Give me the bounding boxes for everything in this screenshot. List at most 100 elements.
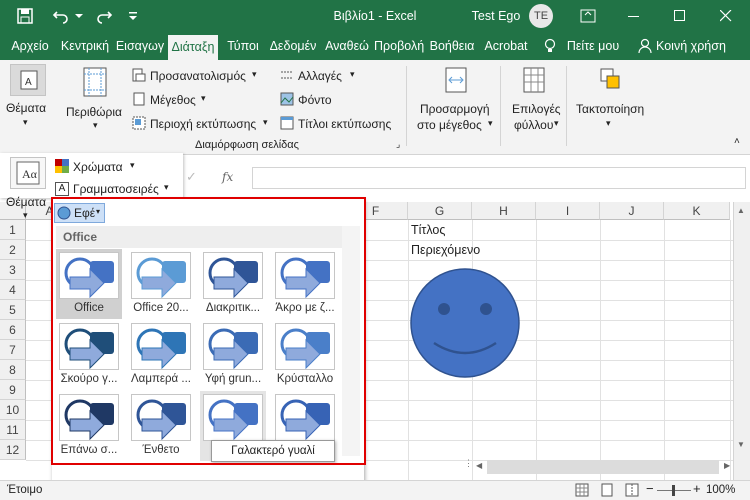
tab-review[interactable]: Αναθεώ — [321, 32, 373, 60]
close-icon[interactable] — [704, 0, 748, 32]
tab-help[interactable]: Βοήθεια — [426, 32, 478, 60]
background-button[interactable]: Φόντο — [298, 93, 332, 107]
size-button[interactable]: Μέγεθος — [150, 93, 196, 107]
fonts-button[interactable]: Γραμματοσειρές — [73, 182, 159, 196]
sheet-options-label-2[interactable]: φύλλου — [514, 118, 553, 132]
share-button[interactable]: Κοινή χρήση — [654, 32, 728, 60]
scroll-down-icon[interactable]: ▼ — [737, 440, 745, 449]
margins-label[interactable]: Περιθώρια — [66, 105, 122, 119]
print-area-button[interactable]: Περιοχή εκτύπωσης — [150, 117, 256, 131]
row-header-7[interactable]: 7 — [0, 340, 26, 360]
themes-menu-label[interactable]: Θέματα — [6, 195, 46, 209]
print-area-icon — [132, 116, 146, 133]
horizontal-scrollbar[interactable] — [487, 460, 719, 474]
tab-file[interactable]: Αρχείο — [3, 32, 57, 60]
column-header-k[interactable]: K — [664, 202, 730, 220]
undo-dropdown-icon[interactable] — [74, 0, 84, 32]
save-icon[interactable] — [14, 0, 36, 32]
ribbon-display-options-icon[interactable] — [570, 0, 606, 32]
fx-icon[interactable]: fx — [222, 170, 233, 184]
scroll-right-icon[interactable]: ▶ — [724, 461, 730, 470]
scale-to-fit-icon[interactable] — [444, 66, 468, 97]
cell-g2[interactable]: Περιεχόμενο — [411, 243, 480, 257]
column-header-i[interactable]: I — [536, 202, 600, 220]
arrange-dropdown-icon[interactable]: ▾ — [606, 118, 611, 129]
themes-dropdown-icon[interactable]: ▾ — [23, 117, 28, 128]
scroll-up-icon[interactable]: ▲ — [737, 206, 745, 215]
tab-data[interactable]: Δεδομέν — [266, 32, 320, 60]
page-setup-launcher-icon[interactable]: ⌟ — [396, 139, 400, 150]
themes-menu-dropdown-icon[interactable]: ▾ — [23, 210, 28, 221]
breaks-dropdown-icon[interactable]: ▾ — [350, 69, 355, 80]
tab-insert[interactable]: Εισαγωγ — [113, 32, 167, 60]
user-name[interactable]: Test Ego — [462, 0, 530, 32]
customize-qat-icon[interactable] — [122, 0, 144, 32]
maximize-icon[interactable] — [658, 0, 702, 32]
colors-dropdown-icon[interactable]: ▾ — [130, 160, 135, 171]
row-header-8[interactable]: 8 — [0, 360, 26, 380]
row-header-10[interactable]: 10 — [0, 400, 26, 420]
tab-home[interactable]: Κεντρική — [59, 32, 111, 60]
share-user-icon[interactable] — [636, 32, 654, 60]
avatar[interactable]: TE — [529, 4, 553, 28]
formula-input[interactable] — [252, 167, 746, 189]
colors-button[interactable]: Χρώματα — [73, 160, 123, 174]
row-header-9[interactable]: 9 — [0, 380, 26, 400]
row-header-6[interactable]: 6 — [0, 320, 26, 340]
themes-gallery-icon[interactable]: A — [10, 64, 46, 96]
row-header-12[interactable]: 12 — [0, 440, 26, 460]
row-header-1[interactable]: 1 — [0, 220, 26, 240]
minimize-icon[interactable] — [612, 0, 656, 32]
tab-view[interactable]: Προβολή — [374, 32, 424, 60]
undo-icon[interactable] — [48, 0, 74, 32]
arrange-label[interactable]: Τακτοποίηση — [576, 102, 644, 116]
row-header-4[interactable]: 4 — [0, 280, 26, 300]
zoom-out-button[interactable]: − — [646, 481, 654, 496]
page-layout-view-icon[interactable] — [600, 483, 614, 500]
arrange-icon[interactable] — [598, 66, 622, 97]
tab-page-layout[interactable]: Διάταξη — [168, 35, 218, 60]
orientation-button[interactable]: Προσανατολισμός — [150, 69, 246, 83]
print-titles-button[interactable]: Τίτλοι εκτύπωσης — [298, 117, 391, 131]
sheet-options-icon[interactable] — [522, 66, 546, 97]
scale-to-fit-label-1[interactable]: Προσαρμογή — [420, 102, 490, 116]
page-break-view-icon[interactable] — [625, 483, 639, 500]
themes-label[interactable]: Θέματα — [6, 101, 46, 115]
cell-g1[interactable]: Τίτλος — [411, 223, 445, 237]
column-header-h[interactable]: H — [472, 202, 536, 220]
breaks-button[interactable]: Αλλαγές — [298, 69, 342, 83]
orientation-dropdown-icon[interactable]: ▾ — [252, 69, 257, 80]
column-header-j[interactable]: J — [600, 202, 664, 220]
column-header-g[interactable]: G — [408, 202, 472, 220]
tell-me-search[interactable]: Πείτε μου — [562, 32, 624, 60]
collapse-ribbon-icon[interactable]: ˄ — [734, 136, 740, 147]
scroll-left-icon[interactable]: ◀ — [476, 461, 482, 470]
tab-formulas[interactable]: Τύποι — [222, 32, 264, 60]
row-header-2[interactable]: 2 — [0, 240, 26, 260]
sheet-tab-split-icon[interactable]: ⋮ — [464, 458, 473, 469]
row-header-5[interactable]: 5 — [0, 300, 26, 320]
themes-button-icon[interactable]: Aα — [10, 157, 46, 189]
zoom-slider-thumb[interactable] — [672, 485, 675, 496]
zoom-in-button[interactable]: + — [693, 481, 701, 496]
redo-icon[interactable] — [92, 0, 116, 32]
size-dropdown-icon[interactable]: ▾ — [201, 93, 206, 104]
row-header-11[interactable]: 11 — [0, 420, 26, 440]
lightbulb-icon[interactable] — [540, 32, 560, 60]
scale-to-fit-label-2[interactable]: στο μέγεθος — [417, 118, 482, 132]
normal-view-icon[interactable] — [575, 483, 589, 500]
tab-acrobat[interactable]: Acrobat — [480, 32, 532, 60]
svg-text:A: A — [25, 77, 32, 88]
row-header-3[interactable]: 3 — [0, 260, 26, 280]
margins-dropdown-icon[interactable]: ▾ — [93, 120, 98, 131]
fonts-dropdown-icon[interactable]: ▾ — [164, 182, 169, 193]
vertical-scrollbar[interactable] — [733, 202, 750, 480]
sheet-options-label-1[interactable]: Επιλογές — [512, 102, 561, 116]
smiley-shape[interactable] — [409, 267, 523, 379]
scale-to-fit-dropdown-icon[interactable]: ▾ — [488, 118, 493, 129]
colors-icon — [55, 159, 69, 176]
sheet-options-dropdown-icon[interactable]: ▾ — [554, 118, 559, 129]
print-area-dropdown-icon[interactable]: ▾ — [263, 117, 268, 128]
margins-icon[interactable] — [82, 66, 108, 98]
zoom-level[interactable]: 100% — [706, 484, 735, 496]
